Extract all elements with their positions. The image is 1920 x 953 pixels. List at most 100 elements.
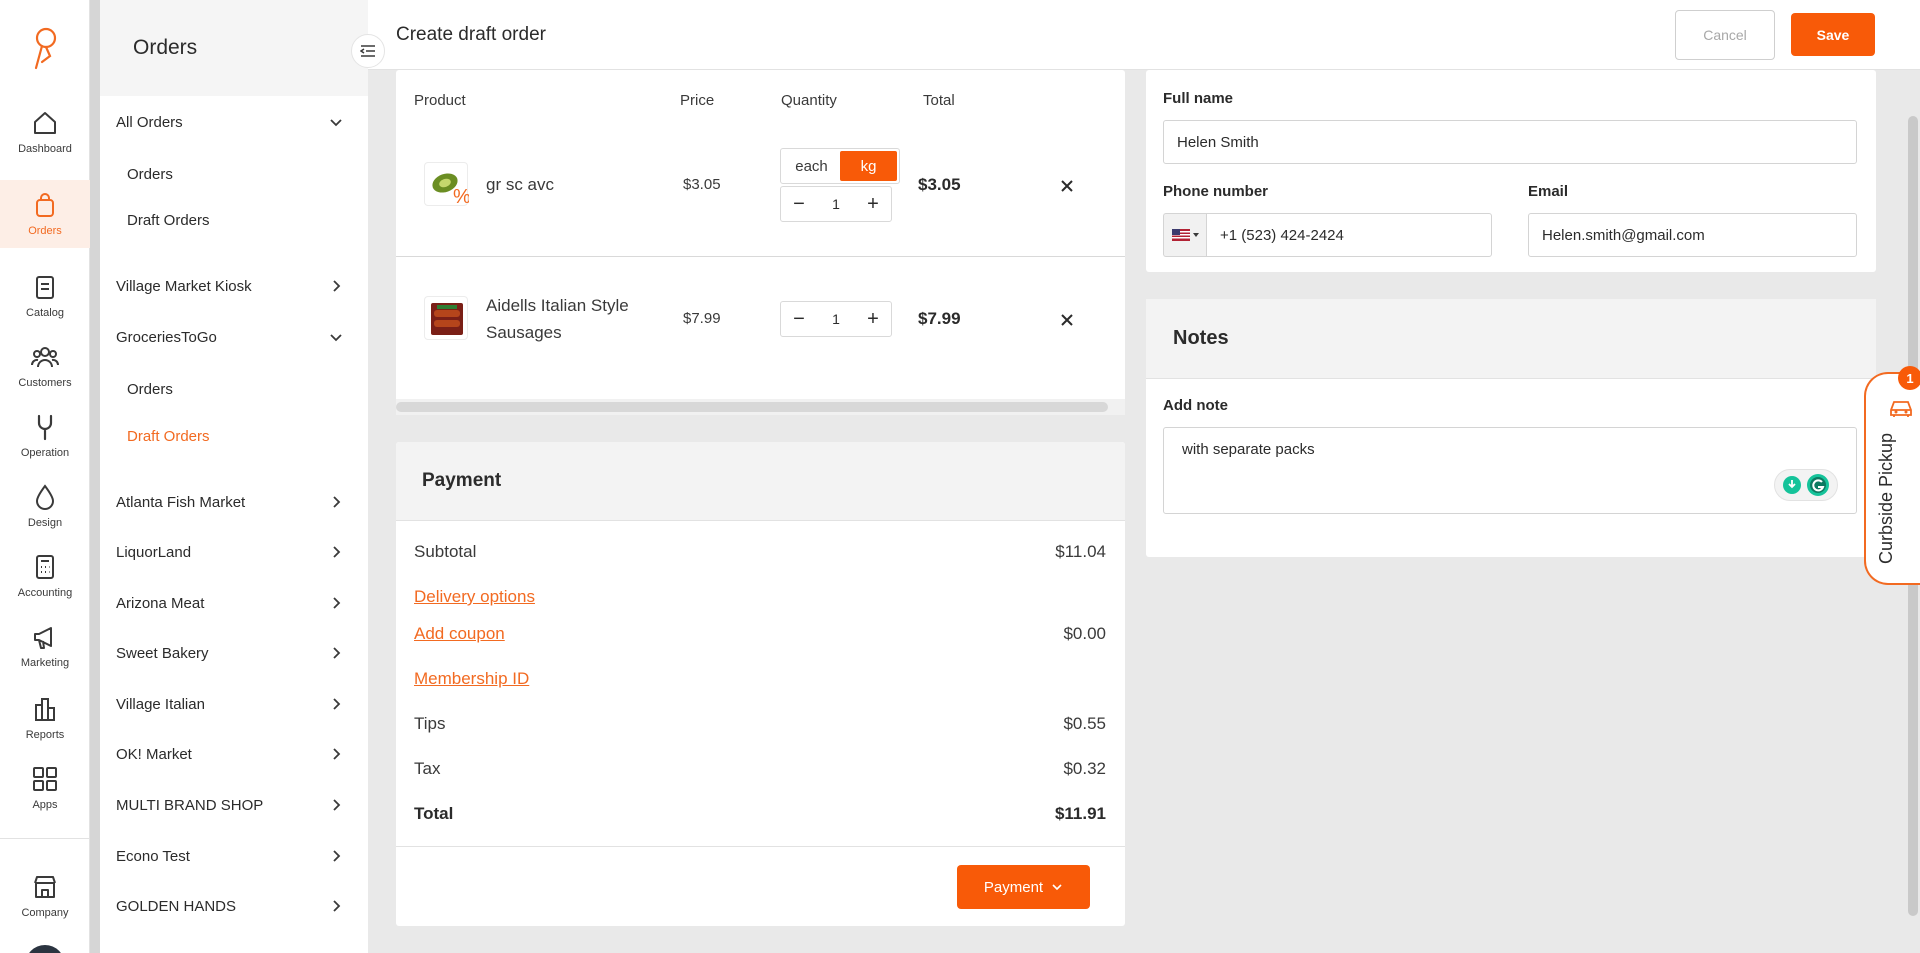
rail-item-label: Marketing	[20, 657, 70, 669]
sidebar-group-econo-test[interactable]: Econo Test	[100, 836, 368, 876]
curbside-badge: 1	[1898, 366, 1920, 390]
car-pickup-icon	[1890, 401, 1912, 417]
chevron-right-icon	[333, 900, 341, 912]
customer-card: Full name Phone number Email	[1146, 70, 1876, 272]
horizontal-scrollbar[interactable]	[396, 399, 1125, 415]
quantity-value[interactable]: 1	[817, 311, 855, 327]
sidebar-group-all-orders[interactable]: All Orders	[100, 102, 368, 142]
user-avatar[interactable]	[25, 945, 65, 953]
notes-title: Notes	[1146, 299, 1876, 379]
sidebar-group-village-italian[interactable]: Village Italian	[100, 684, 368, 724]
remove-item-icon[interactable]	[1057, 176, 1077, 196]
unit-option-kg[interactable]: kg	[840, 151, 897, 181]
wrench-icon	[37, 414, 53, 441]
sidebar-group-label: Village Italian	[116, 695, 205, 713]
notes-card: Notes Add note with separate packs	[1146, 299, 1876, 557]
payment-button[interactable]: Payment	[957, 865, 1090, 909]
increment-button[interactable]: +	[855, 187, 891, 221]
chevron-right-icon	[333, 850, 341, 862]
payment-title: Payment	[396, 442, 1125, 521]
quantity-value[interactable]: 1	[817, 196, 855, 212]
sidebar-item-all-orders-draft-orders[interactable]: Draft Orders	[100, 202, 368, 238]
full-name-field[interactable]	[1163, 120, 1857, 164]
collapse-sidebar-button[interactable]	[351, 34, 385, 68]
column-header-quantity: Quantity	[781, 92, 837, 109]
catalog-icon	[36, 276, 54, 299]
sidebar-group-label: Sweet Bakery	[116, 644, 209, 662]
us-flag-icon	[1171, 229, 1190, 241]
unit-option-each[interactable]: each	[783, 151, 840, 181]
chevron-down-icon	[1052, 884, 1062, 891]
rail-item-apps[interactable]: Apps	[0, 754, 90, 822]
decrement-button[interactable]: −	[781, 302, 817, 336]
rail-item-design[interactable]: Design	[0, 472, 90, 540]
rail-item-company[interactable]: Company	[0, 862, 90, 930]
product-price: $3.05	[683, 176, 721, 193]
rail-item-label: Accounting	[17, 587, 73, 599]
rail-item-customers[interactable]: Customers	[0, 332, 90, 400]
phone-number-field[interactable]	[1206, 213, 1492, 257]
rail-item-label: Apps	[32, 799, 58, 811]
save-button[interactable]: Save	[1791, 13, 1875, 56]
product-name: gr sc avc	[486, 175, 555, 194]
column-header-price: Price	[680, 92, 715, 109]
rail-item-catalog[interactable]: Catalog	[0, 262, 90, 330]
chevron-right-icon	[333, 647, 341, 659]
sidebar-item-groceriestogo-orders[interactable]: Orders	[100, 371, 368, 407]
rail-item-operation[interactable]: Operation	[0, 402, 90, 470]
tax-row: Tax $0.32	[414, 759, 1106, 779]
quantity-stepper: − 1 +	[780, 186, 892, 222]
sidebar-group-groceriestogo[interactable]: GroceriesToGo	[100, 317, 368, 357]
sidebar-group-golden-hands[interactable]: GOLDEN HANDS	[100, 886, 368, 926]
scrollbar-thumb[interactable]	[396, 402, 1108, 412]
sidebar-group-label: MULTI BRAND SHOP	[116, 796, 264, 814]
tips-row: Tips $0.55	[414, 714, 1106, 734]
product-total: $7.99	[918, 309, 961, 328]
sidebar-group-label: Village Market Kiosk	[116, 277, 252, 295]
grammarly-widget[interactable]	[1774, 469, 1838, 501]
add-coupon-link[interactable]: Add coupon	[414, 624, 505, 644]
subtotal-row: Subtotal $11.04	[414, 542, 1106, 562]
sidebar-item-groceriestogo-draft-orders[interactable]: Draft Orders	[100, 418, 368, 454]
payment-card: Payment Subtotal $11.04 Delivery options…	[396, 442, 1125, 926]
membership-id-link[interactable]: Membership ID	[414, 669, 529, 689]
sidebar-group-liquorland[interactable]: LiquorLand	[100, 532, 368, 572]
chevron-right-icon	[333, 597, 341, 609]
rail-item-marketing[interactable]: Marketing	[0, 612, 90, 680]
coupon-value: $0.00	[1063, 624, 1106, 643]
rail-item-dashboard[interactable]: Dashboard	[0, 98, 90, 166]
sidebar-group-multi-brand-shop[interactable]: MULTI BRAND SHOP	[100, 785, 368, 825]
cancel-button[interactable]: Cancel	[1675, 10, 1775, 60]
sidebar-group-ok-market[interactable]: OK! Market	[100, 734, 368, 774]
country-code-select[interactable]	[1163, 213, 1206, 257]
sidebar-group-sweet-bakery[interactable]: Sweet Bakery	[100, 633, 368, 673]
sidebar-group-village-market-kiosk[interactable]: Village Market Kiosk	[100, 266, 368, 306]
increment-button[interactable]: +	[855, 302, 891, 336]
sidebar-group-arizona-meat[interactable]: Arizona Meat	[100, 583, 368, 623]
payment-button-label: Payment	[983, 878, 1044, 896]
sausage-package-icon	[431, 303, 463, 335]
chevron-right-icon	[333, 748, 341, 760]
phone-label: Phone number	[1163, 183, 1269, 200]
rail-scrollbar[interactable]	[90, 0, 100, 953]
sidebar-item-all-orders-orders[interactable]: Orders	[100, 156, 368, 192]
rail-item-accounting[interactable]: Accounting	[0, 542, 90, 610]
chevron-right-icon	[333, 280, 341, 292]
email-label: Email	[1528, 183, 1569, 200]
decrement-button[interactable]: −	[781, 187, 817, 221]
rail-item-label: Design	[27, 517, 63, 529]
rail-item-orders[interactable]: Orders	[0, 180, 90, 248]
column-header-total: Total	[923, 92, 955, 109]
email-field[interactable]	[1528, 213, 1857, 257]
store-icon	[34, 876, 56, 898]
sidebar-group-label: All Orders	[116, 113, 183, 131]
apps-grid-icon	[33, 767, 57, 791]
remove-item-icon[interactable]	[1057, 310, 1077, 330]
note-textarea[interactable]: with separate packs	[1163, 427, 1857, 514]
curbside-pickup-tab[interactable]: 1 Curbside Pickup	[1864, 366, 1920, 585]
chevron-right-icon	[333, 496, 341, 508]
row-divider	[396, 256, 1125, 257]
rail-item-reports[interactable]: Reports	[0, 684, 90, 752]
sidebar-group-atlanta-fish-market[interactable]: Atlanta Fish Market	[100, 482, 368, 522]
delivery-options-link[interactable]: Delivery options	[414, 587, 535, 607]
